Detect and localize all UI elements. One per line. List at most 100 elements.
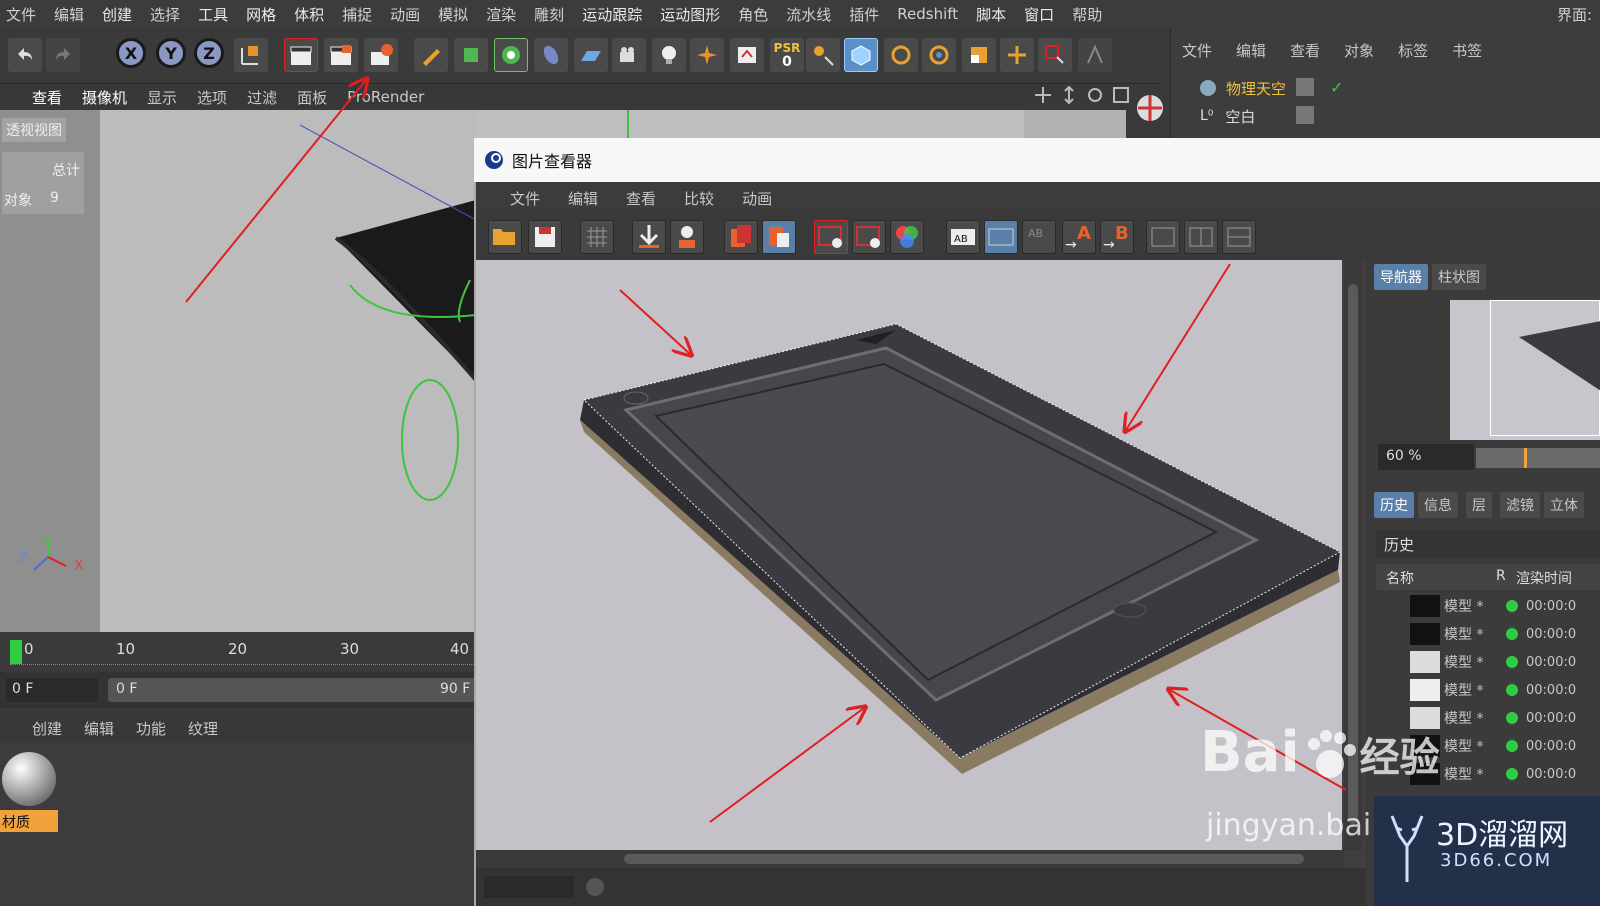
object-manager-menu-item[interactable]: 对象 (1344, 40, 1374, 61)
copy-button[interactable] (724, 220, 758, 254)
viewport-menu-item[interactable]: 选项 (197, 87, 227, 108)
timeline[interactable]: 0 10 20 30 40 (0, 632, 476, 672)
menu-item[interactable]: 流水线 (786, 4, 831, 25)
ab-diff-button[interactable]: AB (1022, 220, 1056, 254)
rotate-tool-button[interactable] (884, 38, 918, 72)
picture-viewer-menu-item[interactable]: 文件 (510, 188, 540, 209)
horizontal-scroll-thumb[interactable] (624, 854, 1304, 864)
picture-viewer-menu-item[interactable]: 比较 (684, 188, 714, 209)
rotate-view-icon[interactable] (1086, 86, 1104, 104)
menu-item[interactable]: 创建 (102, 4, 132, 25)
lock-x-axis-button[interactable]: X (116, 38, 146, 68)
lock-y-axis-button[interactable]: Y (156, 38, 186, 68)
playhead[interactable] (10, 640, 22, 664)
ab-split-button[interactable] (984, 220, 1018, 254)
menu-item[interactable]: 插件 (849, 4, 879, 25)
ab-compare-button[interactable]: AB (946, 220, 980, 254)
material-menu-item[interactable]: 功能 (136, 718, 166, 739)
camera-button[interactable] (612, 38, 646, 72)
coordinate-system-button[interactable] (234, 38, 268, 72)
object-enabled-check-icon[interactable]: ✓ (1330, 78, 1343, 97)
model-mode-button[interactable] (844, 38, 878, 72)
menu-item[interactable]: 脚本 (976, 4, 1006, 25)
menu-item[interactable]: 渲染 (486, 4, 516, 25)
tab-navigator[interactable]: 导航器 (1374, 264, 1428, 290)
menu-item[interactable]: 运动跟踪 (582, 4, 642, 25)
floor-button[interactable] (574, 38, 608, 72)
material-menu-item[interactable]: 编辑 (84, 718, 114, 739)
pen-tool-button[interactable] (414, 38, 448, 72)
menu-item[interactable]: 雕刻 (534, 4, 564, 25)
tab-filters[interactable]: 滤镜 (1500, 492, 1540, 518)
picture-viewer-menu-item[interactable]: 编辑 (568, 188, 598, 209)
view-name-label[interactable]: 透视视图 (2, 118, 66, 142)
tab-histogram[interactable]: 柱状图 (1432, 264, 1486, 290)
render-to-picture-viewer-button[interactable] (324, 38, 358, 72)
move-tool-button[interactable] (1000, 38, 1034, 72)
zoom-field[interactable]: 60 % (1378, 444, 1474, 470)
grid-button[interactable] (580, 220, 614, 254)
viewport-menu-item[interactable]: 摄像机 (82, 87, 127, 108)
material-menu-item[interactable]: 纹理 (188, 718, 218, 739)
render-view-button[interactable] (284, 38, 318, 72)
xpresso-button[interactable] (730, 38, 764, 72)
material-menu-item[interactable]: 创建 (32, 718, 62, 739)
viewport-menu-item[interactable]: 面板 (297, 87, 327, 108)
compare-b-view-button[interactable] (852, 220, 886, 254)
menu-item[interactable]: 体积 (294, 4, 324, 25)
undo-button[interactable] (8, 38, 42, 72)
lock-z-axis-button[interactable]: Z (194, 38, 224, 68)
canvas-horizontal-scrollbar[interactable] (476, 850, 1344, 868)
set-as-b-button[interactable]: B → (1100, 220, 1134, 254)
cube-primitive-button[interactable] (454, 38, 488, 72)
viewport-3d[interactable]: 透视视图 总计 对象 9 Z Y X (0, 110, 476, 632)
subdivision-button[interactable] (494, 38, 528, 72)
history-row[interactable]: 模型 * 00:00:0 (1380, 592, 1600, 620)
maximize-view-icon[interactable] (1112, 86, 1130, 104)
current-frame-field[interactable]: 0 F (6, 678, 98, 702)
object-manager-menu-item[interactable]: 文件 (1182, 40, 1212, 61)
viewport-menu-item[interactable]: 显示 (147, 87, 177, 108)
picture-viewer-menu-item[interactable]: 查看 (626, 188, 656, 209)
rect-select-button[interactable] (1038, 38, 1072, 72)
zoom-slider-handle[interactable] (1524, 448, 1527, 468)
live-select-button[interactable] (922, 38, 956, 72)
object-tag-1[interactable] (1296, 106, 1314, 124)
object-row-0[interactable]: 物理天空 (1182, 76, 1342, 100)
snap-button[interactable] (806, 38, 840, 72)
zoom-slider[interactable] (1476, 448, 1600, 468)
menu-item[interactable]: 网格 (246, 4, 276, 25)
menu-item[interactable]: 运动图形 (660, 4, 720, 25)
viewport-menu-item[interactable]: 查看 (32, 87, 62, 108)
tab-layers[interactable]: 层 (1466, 492, 1492, 518)
object-manager-globe-button[interactable] (1130, 88, 1170, 128)
layout-3-button[interactable] (1222, 220, 1256, 254)
tab-history[interactable]: 历史 (1374, 492, 1414, 518)
lasso-select-button[interactable] (1078, 38, 1112, 72)
user-button[interactable] (670, 220, 704, 254)
object-row-1[interactable]: L⁰ 空白 (1182, 104, 1342, 128)
object-manager-menu-item[interactable]: 标签 (1398, 40, 1428, 61)
tab-stereo[interactable]: 立体 (1544, 492, 1584, 518)
navigator-thumbnail[interactable] (1450, 300, 1600, 440)
object-tag-0[interactable] (1296, 78, 1314, 96)
object-manager-menu-item[interactable]: 查看 (1290, 40, 1320, 61)
menu-item[interactable]: 文件 (6, 4, 36, 25)
history-row[interactable]: 模型 * 00:00:0 (1380, 648, 1600, 676)
redo-button[interactable] (46, 38, 80, 72)
explode-button[interactable] (690, 38, 724, 72)
zoom-view-icon[interactable] (1060, 86, 1078, 104)
menu-item[interactable]: 捕捉 (342, 4, 372, 25)
menu-item[interactable]: 角色 (738, 4, 768, 25)
history-row[interactable]: 模型 * 00:00:0 (1380, 620, 1600, 648)
object-manager-menu-item[interactable]: 编辑 (1236, 40, 1266, 61)
scale-tool-button[interactable] (962, 38, 996, 72)
picture-viewer-titlebar[interactable]: 图片查看器 (474, 138, 1600, 182)
render-settings-button[interactable] (364, 38, 398, 72)
menu-item[interactable]: 工具 (198, 4, 228, 25)
layout-2-button[interactable] (1184, 220, 1218, 254)
menu-item[interactable]: 编辑 (54, 4, 84, 25)
viewport-menu-item[interactable]: ProRender (347, 88, 424, 106)
deformer-button[interactable] (534, 38, 568, 72)
compare-a-view-button[interactable] (814, 220, 848, 254)
